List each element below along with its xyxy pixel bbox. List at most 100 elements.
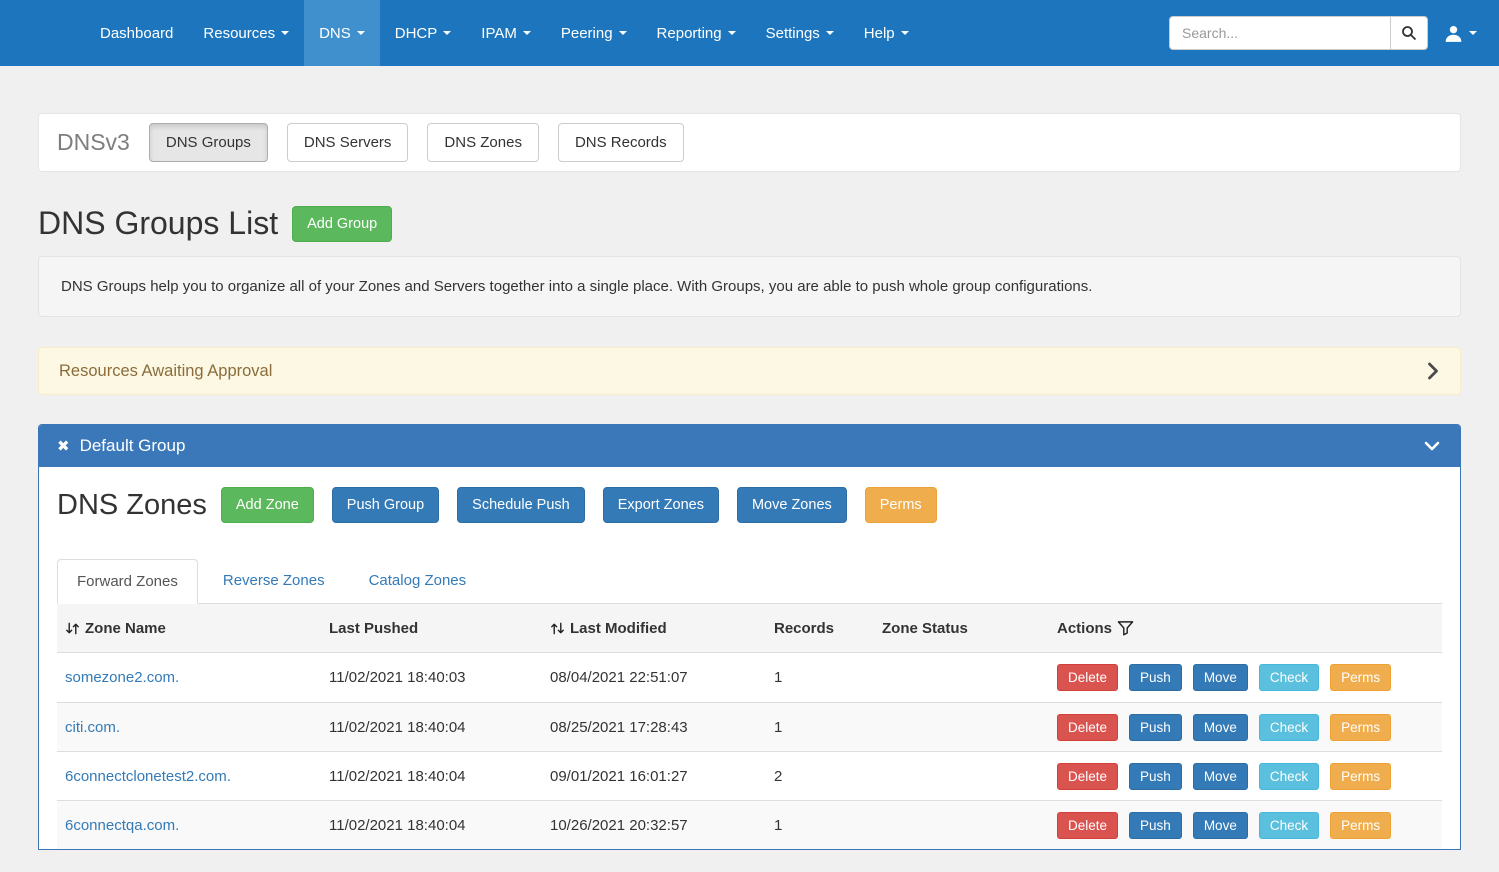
nav-item-settings[interactable]: Settings — [751, 0, 849, 66]
last-modified-cell: 08/04/2021 22:51:07 — [550, 669, 774, 686]
check-button[interactable]: Check — [1259, 812, 1319, 839]
header-label: Last Pushed — [329, 620, 418, 637]
zones-header: DNS Zones Add Zone Push Group Schedule P… — [57, 487, 1442, 523]
sort-icon[interactable] — [550, 621, 565, 636]
header-label: Records — [774, 620, 834, 637]
table-row: somezone2.com. 11/02/2021 18:40:03 08/04… — [57, 653, 1442, 702]
actions-cell: Delete Push Move Check Perms — [1057, 714, 1442, 741]
perms-button[interactable]: Perms — [1330, 812, 1391, 839]
check-button[interactable]: Check — [1259, 714, 1319, 741]
nav-item-dashboard[interactable]: Dashboard — [85, 0, 188, 66]
perms-button[interactable]: Perms — [1330, 664, 1391, 691]
user-menu[interactable] — [1436, 0, 1485, 66]
navbar-right — [1169, 0, 1485, 66]
intro-well: DNS Groups help you to organize all of y… — [38, 256, 1461, 317]
records-cell: 1 — [774, 719, 882, 736]
sort-icon[interactable] — [65, 621, 80, 636]
check-button[interactable]: Check — [1259, 763, 1319, 790]
tab-forward-zones[interactable]: Forward Zones — [57, 559, 198, 604]
dns-records-button[interactable]: DNS Records — [558, 123, 684, 162]
zone-name-link[interactable]: 6connectqa.com. — [65, 817, 179, 834]
nav-item-dhcp[interactable]: DHCP — [380, 0, 467, 66]
nav-label: Settings — [766, 25, 820, 42]
nav-item-resources[interactable]: Resources — [188, 0, 304, 66]
tab-catalog-zones[interactable]: Catalog Zones — [350, 559, 486, 604]
filter-icon[interactable] — [1117, 620, 1134, 636]
dns-servers-button[interactable]: DNS Servers — [287, 123, 409, 162]
delete-button[interactable]: Delete — [1057, 763, 1118, 790]
nav-label: IPAM — [481, 25, 517, 42]
header-last-pushed[interactable]: Last Pushed — [329, 620, 550, 637]
push-button[interactable]: Push — [1129, 812, 1182, 839]
delete-button[interactable]: Delete — [1057, 714, 1118, 741]
export-zones-button[interactable]: Export Zones — [603, 487, 719, 523]
chevron-down-icon — [1422, 436, 1442, 456]
user-icon — [1444, 24, 1463, 43]
move-zones-button[interactable]: Move Zones — [737, 487, 847, 523]
dns-groups-button[interactable]: DNS Groups — [149, 123, 268, 162]
nav-label: Peering — [561, 25, 613, 42]
tab-reverse-zones[interactable]: Reverse Zones — [204, 559, 344, 604]
caret-down-icon — [523, 31, 531, 35]
page-title-row: DNS Groups List Add Group — [38, 205, 1461, 242]
delete-button[interactable]: Delete — [1057, 664, 1118, 691]
header-actions: Actions — [1057, 620, 1442, 637]
group-panel-header[interactable]: ✖ Default Group — [39, 425, 1460, 467]
zone-name-link[interactable]: 6connectclonetest2.com. — [65, 768, 231, 785]
header-label: Last Modified — [570, 620, 667, 637]
last-pushed-cell: 11/02/2021 18:40:03 — [329, 669, 550, 686]
collapse-toggle[interactable] — [1422, 436, 1442, 456]
push-group-button[interactable]: Push Group — [332, 487, 439, 523]
move-button[interactable]: Move — [1193, 664, 1248, 691]
schedule-push-button[interactable]: Schedule Push — [457, 487, 585, 523]
resources-awaiting-approval-bar[interactable]: Resources Awaiting Approval — [38, 347, 1461, 395]
nav-item-help[interactable]: Help — [849, 0, 924, 66]
remove-group-icon[interactable]: ✖ — [57, 437, 70, 455]
dns-zones-button[interactable]: DNS Zones — [427, 123, 539, 162]
push-button[interactable]: Push — [1129, 714, 1182, 741]
caret-down-icon — [826, 31, 834, 35]
last-modified-cell: 08/25/2021 17:28:43 — [550, 719, 774, 736]
top-navbar: Dashboard Resources DNS DHCP IPAM Peerin… — [0, 0, 1499, 66]
table-row: 6connectqa.com. 11/02/2021 18:40:04 10/2… — [57, 800, 1442, 849]
nav-item-peering[interactable]: Peering — [546, 0, 642, 66]
nav-label: DNS — [319, 25, 351, 42]
nav-label: DHCP — [395, 25, 438, 42]
check-button[interactable]: Check — [1259, 664, 1319, 691]
perms-button[interactable]: Perms — [1330, 714, 1391, 741]
last-pushed-cell: 11/02/2021 18:40:04 — [329, 817, 550, 834]
nav-item-ipam[interactable]: IPAM — [466, 0, 546, 66]
actions-cell: Delete Push Move Check Perms — [1057, 664, 1442, 691]
nav-item-dns[interactable]: DNS — [304, 0, 380, 66]
caret-down-icon — [1469, 31, 1477, 35]
push-button[interactable]: Push — [1129, 664, 1182, 691]
move-button[interactable]: Move — [1193, 812, 1248, 839]
perms-button[interactable]: Perms — [1330, 763, 1391, 790]
search-input[interactable] — [1169, 16, 1391, 50]
zone-name-link[interactable]: somezone2.com. — [65, 669, 179, 686]
zone-name-link[interactable]: citi.com. — [65, 719, 120, 736]
push-button[interactable]: Push — [1129, 763, 1182, 790]
page-title: DNS Groups List — [38, 205, 278, 242]
move-button[interactable]: Move — [1193, 763, 1248, 790]
nav-label: Reporting — [657, 25, 722, 42]
search-icon — [1401, 25, 1417, 41]
group-panel-body: DNS Zones Add Zone Push Group Schedule P… — [39, 467, 1460, 849]
caret-down-icon — [619, 31, 627, 35]
header-label: Actions — [1057, 620, 1112, 637]
nav-item-reporting[interactable]: Reporting — [642, 0, 751, 66]
move-button[interactable]: Move — [1193, 714, 1248, 741]
caret-down-icon — [443, 31, 451, 35]
nav-label: Resources — [203, 25, 275, 42]
add-zone-button[interactable]: Add Zone — [221, 487, 314, 523]
perms-group-button[interactable]: Perms — [865, 487, 937, 523]
header-last-modified[interactable]: Last Modified — [550, 620, 774, 637]
search-button[interactable] — [1391, 16, 1428, 50]
header-zone-name[interactable]: Zone Name — [65, 620, 329, 637]
default-group-panel: ✖ Default Group DNS Zones Add Zone Push … — [38, 424, 1461, 850]
last-modified-cell: 09/01/2021 16:01:27 — [550, 768, 774, 785]
add-group-button[interactable]: Add Group — [292, 206, 392, 242]
records-cell: 1 — [774, 669, 882, 686]
actions-cell: Delete Push Move Check Perms — [1057, 763, 1442, 790]
delete-button[interactable]: Delete — [1057, 812, 1118, 839]
